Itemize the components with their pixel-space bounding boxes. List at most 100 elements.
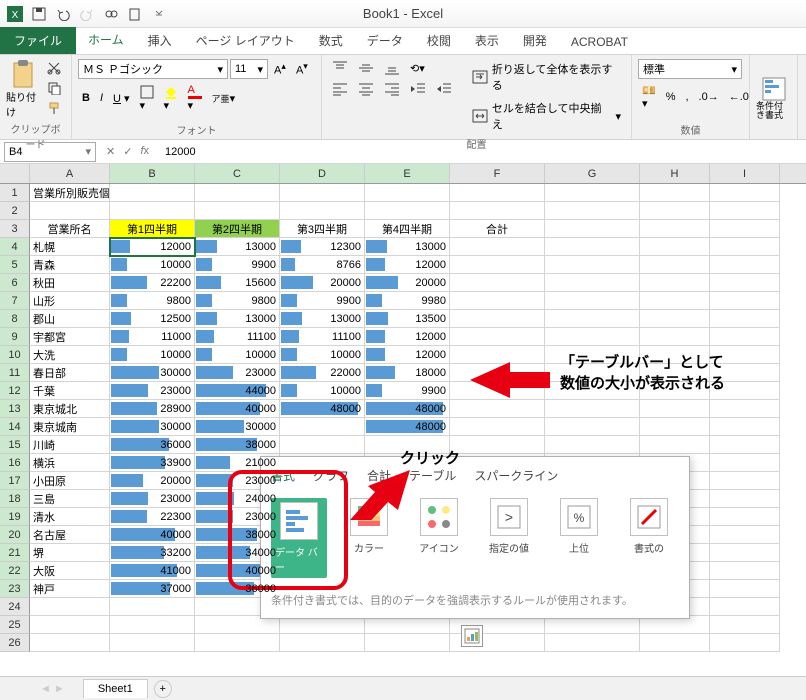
qa-option-iconset[interactable]: アイコン (411, 498, 467, 578)
cell[interactable]: 33200 (110, 544, 195, 562)
cell[interactable] (640, 310, 710, 328)
cell[interactable]: 第2四半期 (195, 220, 280, 238)
cell[interactable] (710, 184, 780, 202)
cell[interactable] (640, 328, 710, 346)
currency-icon[interactable]: 💴▾ (638, 82, 660, 112)
row-header[interactable]: 12 (0, 382, 30, 400)
fx-icon[interactable]: fx (140, 145, 149, 158)
cell[interactable] (545, 436, 640, 454)
cell[interactable]: 札幌 (30, 238, 110, 256)
cell[interactable]: 第4四半期 (365, 220, 450, 238)
cell[interactable] (110, 598, 195, 616)
cell[interactable]: 9800 (110, 292, 195, 310)
cell[interactable]: 清水 (30, 508, 110, 526)
ruby-button[interactable]: ア亜▾ (208, 90, 240, 107)
col-header-B[interactable]: B (110, 164, 195, 183)
cell[interactable]: 30000 (195, 418, 280, 436)
cell[interactable] (640, 184, 710, 202)
cell[interactable] (545, 184, 640, 202)
row-header[interactable]: 18 (0, 490, 30, 508)
cell[interactable] (450, 328, 545, 346)
align-center-icon[interactable] (354, 80, 378, 98)
cell[interactable]: 12000 (365, 346, 450, 364)
file-tab[interactable]: ファイル (0, 27, 76, 54)
conditional-formatting-button[interactable]: 条件付き書式 (756, 59, 791, 137)
cell[interactable] (450, 292, 545, 310)
cell[interactable]: 40000 (195, 400, 280, 418)
cell[interactable]: 9800 (195, 292, 280, 310)
cell[interactable]: 36000 (110, 436, 195, 454)
qa-tab-chart[interactable]: グラフ (313, 467, 349, 484)
cell[interactable]: 13500 (365, 310, 450, 328)
font-color-button[interactable]: A▾ (184, 82, 206, 114)
cell[interactable]: 11100 (280, 328, 365, 346)
cell[interactable] (710, 490, 780, 508)
cell[interactable] (710, 238, 780, 256)
cell[interactable]: 神戸 (30, 580, 110, 598)
row-header[interactable]: 9 (0, 328, 30, 346)
cell[interactable] (110, 616, 195, 634)
cell[interactable] (450, 418, 545, 436)
cell[interactable] (365, 184, 450, 202)
cell[interactable]: 10000 (110, 256, 195, 274)
cell[interactable]: 12000 (365, 328, 450, 346)
cell[interactable]: 13000 (195, 238, 280, 256)
cell[interactable]: 30000 (110, 364, 195, 382)
cell[interactable]: 22300 (110, 508, 195, 526)
row-header[interactable]: 2 (0, 202, 30, 220)
cell[interactable]: 千葉 (30, 382, 110, 400)
cell[interactable] (365, 202, 450, 220)
name-box[interactable]: B4▾ (4, 142, 96, 162)
cell[interactable] (710, 202, 780, 220)
cell[interactable]: 12500 (110, 310, 195, 328)
cell[interactable]: 春日部 (30, 364, 110, 382)
cell[interactable]: 10000 (280, 382, 365, 400)
font-size-combo[interactable]: 11▾ (230, 59, 268, 79)
comma-icon[interactable]: , (681, 89, 692, 105)
cell[interactable] (450, 274, 545, 292)
undo-icon[interactable] (52, 3, 74, 25)
qat-customize-icon[interactable] (148, 3, 170, 25)
formula-input[interactable]: 12000 (159, 146, 806, 158)
cell[interactable] (710, 580, 780, 598)
new-icon[interactable] (124, 3, 146, 25)
cell[interactable]: 第3四半期 (280, 220, 365, 238)
cell[interactable] (640, 238, 710, 256)
cell[interactable] (710, 400, 780, 418)
cell[interactable] (365, 634, 450, 652)
col-header-F[interactable]: F (450, 164, 545, 183)
increase-decimal-icon[interactable]: .0→ (695, 89, 723, 105)
tab-review[interactable]: 校閲 (415, 27, 463, 54)
tab-data[interactable]: データ (355, 27, 415, 54)
row-header[interactable]: 24 (0, 598, 30, 616)
cell[interactable] (640, 220, 710, 238)
cell[interactable] (710, 634, 780, 652)
cell[interactable] (640, 292, 710, 310)
cell[interactable] (280, 418, 365, 436)
cell[interactable] (710, 598, 780, 616)
cell[interactable]: 20000 (280, 274, 365, 292)
copy-icon[interactable] (43, 79, 65, 97)
cell[interactable] (545, 256, 640, 274)
increase-font-icon[interactable]: A▴ (270, 59, 290, 79)
cut-icon[interactable] (43, 59, 65, 77)
row-header[interactable]: 5 (0, 256, 30, 274)
cell[interactable] (110, 184, 195, 202)
cell[interactable] (450, 400, 545, 418)
cell[interactable]: 23000 (195, 364, 280, 382)
row-header[interactable]: 14 (0, 418, 30, 436)
cell[interactable]: 9900 (280, 292, 365, 310)
cell[interactable]: 13000 (365, 238, 450, 256)
cell[interactable]: 41000 (110, 562, 195, 580)
cell[interactable]: 大洗 (30, 346, 110, 364)
cell[interactable] (195, 634, 280, 652)
cell[interactable] (30, 634, 110, 652)
cell[interactable] (710, 472, 780, 490)
cell[interactable] (545, 274, 640, 292)
cell[interactable]: 22200 (110, 274, 195, 292)
cell[interactable]: 13000 (195, 310, 280, 328)
cell[interactable]: 33900 (110, 454, 195, 472)
col-header-C[interactable]: C (195, 164, 280, 183)
cell[interactable] (545, 400, 640, 418)
cell[interactable]: 10000 (280, 346, 365, 364)
